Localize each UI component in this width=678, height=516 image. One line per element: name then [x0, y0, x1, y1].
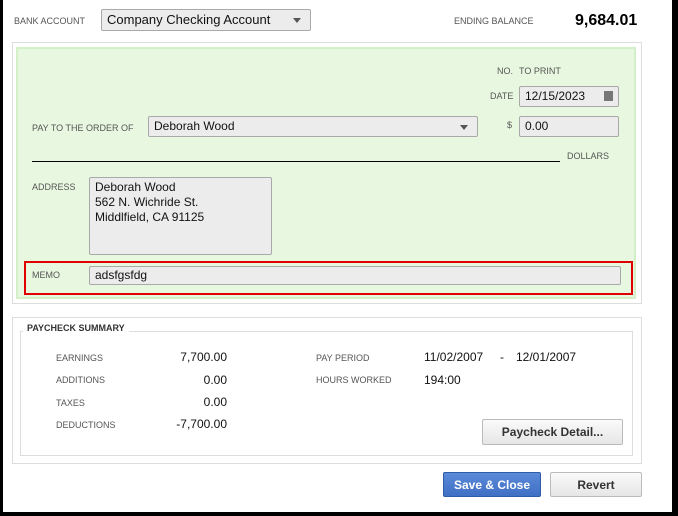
hours-worked-label: HOURS WORKED — [316, 375, 392, 385]
check-no-value: TO PRINT — [519, 66, 561, 76]
date-field[interactable]: 12/15/2023 — [519, 86, 619, 107]
paycheck-detail-button[interactable]: Paycheck Detail... — [482, 419, 623, 445]
address-line: Middlfield, CA 91125 — [95, 210, 205, 224]
memo-value: adsfgsfdg — [95, 268, 148, 282]
memo-label: MEMO — [32, 270, 60, 280]
date-label: DATE — [490, 91, 514, 101]
dollars-label: DOLLARS — [567, 151, 610, 161]
address-label: ADDRESS — [32, 182, 76, 192]
payee-dropdown[interactable]: Deborah Wood — [148, 116, 478, 137]
taxes-value: 0.00 — [203, 395, 227, 409]
dollar-sign: $ — [507, 120, 513, 130]
earnings-label: EARNINGS — [56, 353, 104, 363]
earnings-value: 7,700.00 — [180, 350, 227, 364]
address-line: 562 N. Wichride St. — [95, 195, 199, 209]
address-line: Deborah Wood — [95, 180, 176, 194]
revert-button[interactable]: Revert — [550, 472, 642, 497]
taxes-label: TAXES — [56, 398, 85, 408]
hours-worked-value: 194:00 — [424, 373, 461, 387]
ending-balance-label: ENDING BALANCE — [454, 16, 534, 26]
bank-account-dropdown[interactable]: Company Checking Account — [101, 9, 311, 31]
save-close-button[interactable]: Save & Close — [443, 472, 541, 497]
additions-label: ADDITIONS — [56, 375, 106, 385]
deductions-value: -7,700.00 — [176, 417, 227, 431]
payee-value: Deborah Wood — [154, 119, 235, 133]
ending-balance-value: 9,684.01 — [575, 12, 638, 29]
summary-title: PAYCHECK SUMMARY — [23, 323, 129, 333]
written-amount-line — [32, 161, 560, 162]
amount-field[interactable]: 0.00 — [519, 116, 619, 137]
paycheck-window: BANK ACCOUNT Company Checking Account EN… — [3, 0, 672, 512]
pay-to-label: PAY TO THE ORDER OF — [32, 123, 134, 133]
check-no-label: NO. — [497, 66, 514, 76]
pay-period-label: PAY PERIOD — [316, 353, 370, 363]
deductions-label: DEDUCTIONS — [56, 420, 116, 430]
calendar-icon[interactable] — [604, 91, 613, 101]
bank-account-value: Company Checking Account — [107, 12, 271, 27]
bank-account-label: BANK ACCOUNT — [14, 16, 86, 26]
additions-value: 0.00 — [203, 373, 227, 387]
amount-value: 0.00 — [525, 119, 549, 133]
date-value: 12/15/2023 — [525, 89, 586, 103]
address-field[interactable]: Deborah Wood 562 N. Wichride St. Middlfi… — [89, 177, 272, 255]
pay-period-separator: - — [500, 350, 504, 364]
pay-period-start: 11/02/2007 — [424, 350, 484, 364]
memo-input[interactable]: adsfgsfdg — [89, 266, 621, 285]
pay-period-end: 12/01/2007 — [516, 350, 577, 364]
